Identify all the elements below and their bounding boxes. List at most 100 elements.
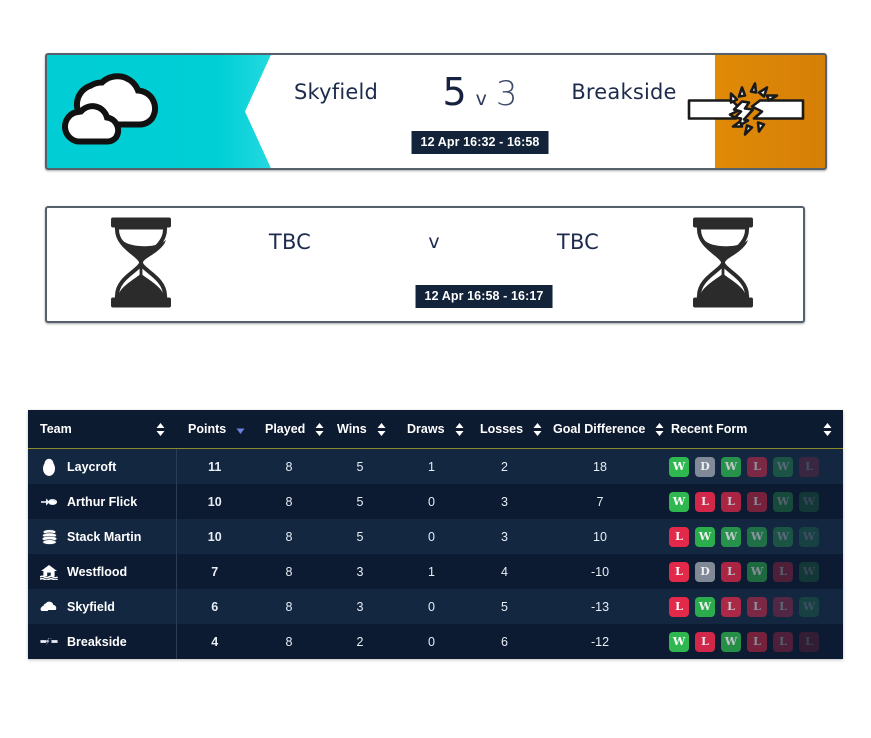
cell-wins: 5 (325, 448, 395, 484)
cell-wins: 5 (325, 519, 395, 554)
cell-recent-form: LDLWLW (659, 554, 843, 589)
away-crest-hourglass-icon (687, 215, 759, 314)
scoreline-plate: Skyfield 5 v 3 Breakside 12 Apr 16:32 - … (245, 55, 715, 168)
form-badge-w: W (773, 526, 793, 547)
column-label-played: Played (265, 422, 306, 436)
column-header-team[interactable]: Team (28, 410, 176, 449)
cell-goal-difference: 7 (541, 484, 659, 519)
form-badge-w: W (773, 456, 793, 477)
form-badge-l: L (695, 491, 715, 512)
cell-team: Breakside (28, 624, 177, 659)
column-header-played[interactable]: Played (253, 410, 325, 449)
team-name: Breakside (67, 634, 127, 649)
column-header-draws[interactable]: Draws (395, 410, 468, 449)
cell-recent-form: LWWWWW (659, 519, 843, 554)
flick-hand-icon (40, 493, 58, 511)
match-banner-upcoming[interactable]: TBC v TBC 12 Apr 16:58 - 16:17 (45, 206, 805, 323)
cell-goal-difference: 18 (541, 448, 659, 484)
cell-team: Arthur Flick (28, 484, 177, 519)
cell-team: Skyfield (28, 589, 177, 624)
column-label-draws: Draws (407, 422, 445, 436)
home-team-name: Skyfield (293, 80, 379, 104)
table-header: Team Points Played Wins Draws Losses Goa… (28, 410, 843, 449)
form-badge-l: L (669, 561, 689, 582)
sort-icon-wins[interactable] (377, 422, 386, 436)
match-banner-played[interactable]: Skyfield 5 v 3 Breakside 12 Apr 16:32 - … (45, 53, 827, 170)
table-header-row: Team Points Played Wins Draws Losses Goa… (28, 410, 843, 449)
team-name: Skyfield (67, 599, 115, 614)
column-header-wins[interactable]: Wins (325, 410, 395, 449)
cell-draws: 0 (395, 484, 468, 519)
form-badge-w: W (695, 526, 715, 547)
cell-losses: 3 (468, 519, 541, 554)
form-badge-w: W (747, 526, 767, 547)
form-badge-l: L (721, 491, 741, 512)
form-badge-w: W (799, 596, 819, 617)
form-badge-l: L (773, 596, 793, 617)
cell-recent-form: WDWLWL (659, 448, 843, 484)
column-header-points[interactable]: Points (176, 410, 253, 449)
form-badge-w: W (773, 491, 793, 512)
cell-recent-form: WLLLWW (659, 484, 843, 519)
sort-icon-recent-form[interactable] (823, 422, 832, 436)
form-badge-l: L (747, 491, 767, 512)
table-row[interactable]: Breakside 4 8 2 0 6 -12 W L W L L L (28, 624, 843, 659)
table-row[interactable]: Skyfield 6 8 3 0 5 -13 L W L L L W (28, 589, 843, 624)
cell-wins: 3 (325, 589, 395, 624)
table-row[interactable]: Stack Martin 10 8 5 0 3 10 L W W W W W (28, 519, 843, 554)
form-badge-l: L (773, 561, 793, 582)
team-name: Westflood (67, 564, 128, 579)
table-row[interactable]: Laycroft 11 8 5 1 2 18 W D W L W L (28, 448, 843, 484)
cell-played: 8 (253, 554, 325, 589)
form-badge-l: L (669, 596, 689, 617)
sort-icon-goal-difference[interactable] (655, 422, 664, 436)
away-score: 3 (495, 74, 518, 114)
scoreline-score: 5 v 3 (420, 73, 540, 111)
cell-points: 10 (176, 519, 253, 554)
table-body: Laycroft 11 8 5 1 2 18 W D W L W L Arthur Flick 10 8 5 0 3… (28, 448, 843, 659)
form-badge-w: W (799, 491, 819, 512)
sort-icon-losses[interactable] (533, 422, 542, 436)
form-badge-w: W (721, 526, 741, 547)
column-label-recent-form: Recent Form (671, 422, 748, 436)
cell-wins: 3 (325, 554, 395, 589)
column-header-recent-form[interactable]: Recent Form (659, 410, 843, 449)
cell-draws: 1 (395, 554, 468, 589)
cell-wins: 5 (325, 484, 395, 519)
cell-goal-difference: -10 (541, 554, 659, 589)
cell-played: 8 (253, 519, 325, 554)
cell-draws: 0 (395, 624, 468, 659)
sort-icon-team[interactable] (156, 422, 165, 436)
away-crest-broken-bar-icon (685, 74, 807, 149)
form-badge-l: L (747, 596, 767, 617)
form-badge-l: L (773, 631, 793, 652)
column-header-losses[interactable]: Losses (468, 410, 542, 449)
table-row[interactable]: Arthur Flick 10 8 5 0 3 7 W L L L W W (28, 484, 843, 519)
column-label-wins: Wins (337, 422, 367, 436)
form-badge-w: W (721, 631, 741, 652)
scoreline-upcoming: TBC v TBC (183, 230, 685, 254)
team-name: Arthur Flick (67, 494, 138, 509)
team-name: Stack Martin (67, 529, 142, 544)
sort-icon-draws[interactable] (455, 422, 464, 436)
column-label-team: Team (40, 422, 72, 436)
form-badge-w: W (669, 491, 689, 512)
column-header-goal-difference[interactable]: Goal Difference (541, 410, 664, 449)
column-label-points: Points (188, 422, 227, 436)
cell-losses: 4 (468, 554, 541, 589)
form-badge-l: L (747, 456, 767, 477)
cell-losses: 6 (468, 624, 541, 659)
form-badge-l: L (799, 456, 819, 477)
form-badge-w: W (695, 596, 715, 617)
cell-goal-difference: -13 (541, 589, 659, 624)
sort-icon-points-desc[interactable] (236, 423, 245, 436)
column-label-losses: Losses (480, 422, 524, 436)
form-badge-w: W (669, 456, 689, 477)
home-crest-hourglass-icon (105, 215, 177, 314)
away-team-name: Breakside (571, 80, 677, 104)
cell-wins: 2 (325, 624, 395, 659)
sort-icon-played[interactable] (315, 422, 324, 436)
versus-label-tbc: v (428, 231, 440, 253)
form-badge-l: L (799, 631, 819, 652)
table-row[interactable]: Westflood 7 8 3 1 4 -10 L D L W L W (28, 554, 843, 589)
